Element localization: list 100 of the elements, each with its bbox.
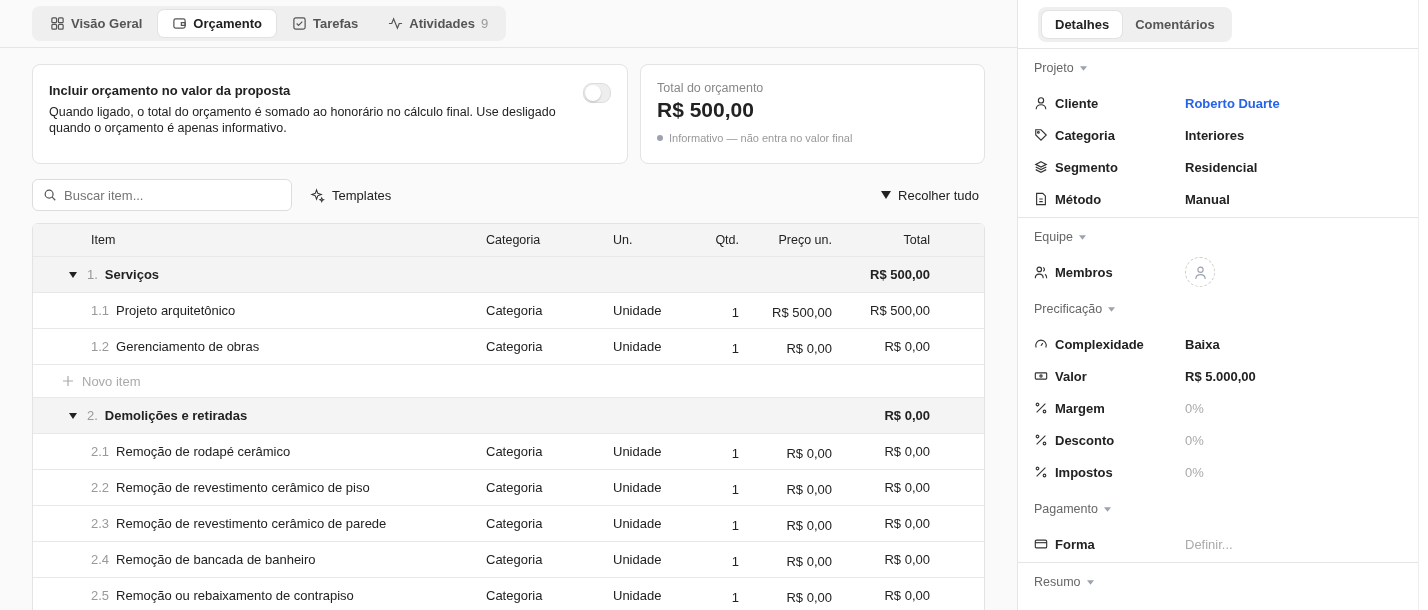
caret-icon[interactable] <box>69 412 77 419</box>
percent-icon <box>1034 433 1048 447</box>
layers-icon <box>1034 160 1048 174</box>
card-title: Incluir orçamento no valor da proposta <box>49 83 292 98</box>
percent-icon <box>1034 465 1048 479</box>
field-label: Impostos <box>1055 464 1113 480</box>
field-label: Forma <box>1055 536 1095 552</box>
total-cell-text: R$ 0,00 <box>883 516 930 531</box>
category-cell-text: Categoria <box>486 516 544 531</box>
group-name: Serviços <box>104 267 160 282</box>
activity-icon <box>388 16 404 31</box>
unit-cell-text: Unidade <box>613 588 663 603</box>
total-cell-text: R$ 0,00 <box>883 588 930 603</box>
column-header: Total <box>902 233 930 247</box>
section-header[interactable]: Pagamento <box>1018 496 1127 528</box>
card-description: Quando ligado, o total do orçamento é somado ao honorário no cálculo final. Use desligado quando o orçamento é apenas informativo. <box>49 104 557 136</box>
templates-button[interactable]: Templates <box>304 183 398 207</box>
section-header[interactable]: Equipe <box>1018 224 1102 256</box>
quantity-cell-text: 1 <box>730 554 739 569</box>
item-name: Projeto arquitetônico <box>116 303 236 318</box>
field-label: Desconto <box>1055 432 1115 448</box>
field-label: Segmento <box>1055 159 1118 175</box>
group-number: 1. <box>87 267 98 282</box>
column-header: Qtd. <box>714 233 739 247</box>
caret-icon <box>1079 65 1087 71</box>
category-cell-text: Categoria <box>486 588 544 603</box>
field-label: Margem <box>1055 400 1105 416</box>
quantity-cell-text: 1 <box>730 305 739 320</box>
category-cell-text: Categoria <box>486 444 544 459</box>
item-name: Remoção de rodapé cerâmico <box>116 444 291 459</box>
field-value: Residencial <box>1185 159 1258 175</box>
tab[interactable]: Orçamento <box>158 10 276 37</box>
toggle-switch[interactable] <box>583 83 611 103</box>
category-cell-text: Categoria <box>486 552 544 567</box>
field-label: Categoria <box>1055 127 1115 143</box>
group-row[interactable]: 1. Serviços R$ 500,00 <box>33 257 984 293</box>
field-label: Complexidade <box>1055 336 1144 352</box>
banknote-icon <box>1034 369 1048 383</box>
search-icon <box>43 188 57 202</box>
item-number: 1.2 <box>91 339 110 354</box>
unit-price-cell-text: R$ 0,00 <box>785 341 832 356</box>
caret-icon <box>1078 234 1086 240</box>
quantity-cell-text: 1 <box>730 341 739 356</box>
column-header: Preço un. <box>777 233 832 247</box>
percent-icon <box>1034 401 1048 415</box>
total-cell-text: R$ 0,00 <box>883 339 930 354</box>
caret-icon[interactable] <box>69 271 77 278</box>
total-cell-text: R$ 0,00 <box>883 444 930 459</box>
section-header[interactable]: Precificação <box>1018 296 1132 328</box>
category-cell-text: Categoria <box>486 480 544 495</box>
people-icon <box>1034 265 1048 279</box>
unit-cell-text: Unidade <box>613 339 663 354</box>
grid-icon <box>50 16 65 31</box>
client-link[interactable]: Roberto Duarte <box>1185 95 1280 111</box>
checkbox-icon <box>291 16 307 31</box>
field-label: Membros <box>1055 264 1113 280</box>
column-header: Un. <box>613 233 634 247</box>
column-header: Item <box>91 233 117 247</box>
group-number: 2. <box>87 408 98 423</box>
total-cell-text: R$ 0,00 <box>883 480 930 495</box>
quantity-cell-text: 1 <box>730 446 739 461</box>
plus-icon <box>63 376 73 386</box>
field-value: Baixa <box>1185 336 1220 352</box>
tab[interactable]: Atividades 9 <box>374 10 503 37</box>
tab[interactable]: Tarefas <box>277 10 373 37</box>
unit-price-cell-text: R$ 0,00 <box>785 518 832 533</box>
section-header[interactable]: Projeto <box>1018 55 1103 87</box>
unit-cell-text: Unidade <box>613 444 663 459</box>
item-name: Remoção ou rebaixamento de contrapiso <box>116 588 354 603</box>
total-note: Informativo — não entra no valor final <box>669 132 853 144</box>
field-value: Interiores <box>1185 127 1245 143</box>
category-cell-text: Categoria <box>486 339 544 354</box>
item-number: 2.1 <box>91 444 110 459</box>
section-header[interactable]: Resumo <box>1018 569 1110 601</box>
tab[interactable]: Comentários <box>1122 10 1228 38</box>
unit-cell-text: Unidade <box>613 516 663 531</box>
unit-price-cell-text: R$ 0,00 <box>785 446 832 461</box>
search-field[interactable]: Buscar item... <box>32 179 292 211</box>
credit-card-icon <box>1034 537 1048 551</box>
wallet-icon <box>172 16 188 31</box>
category-cell-text: Categoria <box>486 303 544 318</box>
total-cell-text: R$ 500,00 <box>869 303 930 318</box>
item-number: 2.5 <box>91 588 110 603</box>
group-row[interactable]: 2. Demolições e retiradas R$ 0,00 <box>33 398 984 434</box>
unit-price-cell-text: R$ 0,00 <box>785 482 832 497</box>
tab[interactable]: Visão Geral <box>36 10 157 37</box>
item-name: Remoção de revestimento cerâmico de parede <box>116 516 387 531</box>
field-value: Manual <box>1185 191 1230 207</box>
sparkles-icon <box>310 187 325 203</box>
collapse-all-button[interactable]: Recolher tudo <box>875 183 985 207</box>
group-total: R$ 0,00 <box>883 408 930 423</box>
quantity-cell-text: 1 <box>730 482 739 497</box>
item-number: 2.3 <box>91 516 110 531</box>
unit-price-cell-text: R$ 500,00 <box>771 305 832 320</box>
item-number: 2.4 <box>91 552 110 567</box>
total-label: Total do orçamento <box>657 81 765 95</box>
total-cell-text: R$ 0,00 <box>883 552 930 567</box>
field-value: R$ 5.000,00 <box>1185 368 1256 384</box>
group-total: R$ 500,00 <box>869 267 930 282</box>
tab[interactable]: Detalhes <box>1042 10 1123 38</box>
